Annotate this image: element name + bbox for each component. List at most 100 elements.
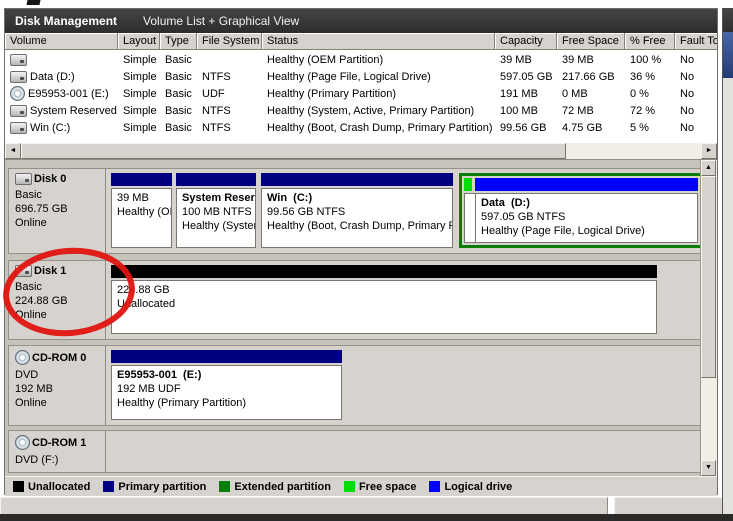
legend-swatch-primary <box>103 481 115 492</box>
cell-capacity: 99.56 GB <box>500 121 547 134</box>
disk-type: Basic <box>15 281 42 293</box>
column-header-capacity[interactable]: Capacity <box>495 33 557 50</box>
drive-volume-icon <box>10 53 27 66</box>
drive-volume-icon <box>10 104 27 117</box>
partition-system-reserved[interactable]: System Reserved 100 MB NTFS Healthy (Sys… <box>176 173 256 248</box>
pane-header: Disk Management Volume List + Graphical … <box>5 9 717 33</box>
drive-volume-icon <box>10 121 27 134</box>
disk-status: Online <box>15 217 47 229</box>
legend-extended-partition: Extended partition <box>219 481 331 493</box>
volume-row-data-d[interactable]: Data (D:) Simple Basic NTFS Healthy (Pag… <box>5 67 717 84</box>
column-header-layout[interactable]: Layout <box>118 33 160 50</box>
cdrom-icon <box>15 435 30 450</box>
column-header-pct-free[interactable]: % Free <box>625 33 675 50</box>
column-header-type[interactable]: Type <box>160 33 197 50</box>
cell-capacity: 597.05 GB <box>500 70 553 83</box>
scroll-right-icon[interactable]: ► <box>701 143 717 159</box>
cell-file-system: NTFS <box>202 104 231 117</box>
primary-partition-strip <box>176 173 256 186</box>
free-space-strip <box>464 178 472 191</box>
volume-row-system-reserved[interactable]: System Reserved Simple Basic NTFS Health… <box>5 101 717 118</box>
disk-name: Disk 0 <box>34 173 67 185</box>
column-header-file-system[interactable]: File System <box>197 33 262 50</box>
volume-row-e95953[interactable]: E95953-001 (E:) Simple Basic UDF Healthy… <box>5 84 717 101</box>
cell-layout: Simple <box>123 87 157 100</box>
disk-info-disk0[interactable]: Disk 0 Basic 696.75 GB Online <box>9 169 106 253</box>
logical-drive-strip <box>475 178 698 191</box>
disk-info-cdrom1[interactable]: CD-ROM 1 DVD (F:) <box>9 431 106 472</box>
cell-type: Basic <box>165 104 192 117</box>
disk-status: Online <box>15 397 47 409</box>
cell-pct-free: 36 % <box>630 70 656 83</box>
cell-capacity: 191 MB <box>500 87 538 100</box>
disk-info-cdrom0[interactable]: CD-ROM 0 DVD 192 MB Online <box>9 346 106 425</box>
cell-free-space: 217.66 GB <box>562 70 615 83</box>
table-horizontal-scrollbar[interactable]: ◄ ► <box>5 143 717 159</box>
table-header-row: Volume Layout Type File System Status Ca… <box>5 33 717 50</box>
volume-name: System Reserved <box>30 104 117 117</box>
cell-fault-tolerance: No <box>680 53 695 66</box>
volume-name: Win (C:) <box>30 121 71 134</box>
partition-status: Healthy (System, Active, Primary Partiti… <box>182 220 255 232</box>
graphical-view: Disk 0 Basic 696.75 GB Online 39 MB Heal… <box>5 160 717 476</box>
cell-fault-tolerance: No <box>680 87 695 100</box>
graph-vertical-scrollbar[interactable]: ▲ ▼ <box>700 160 717 476</box>
adjacent-pane-blue-section <box>723 32 733 78</box>
primary-partition-strip <box>261 173 453 186</box>
cell-capacity: 100 MB <box>500 104 538 117</box>
cell-layout: Simple <box>123 121 157 134</box>
cdrom0-partitions: E95953-001 (E:) 192 MB UDF Healthy (Prim… <box>106 346 703 425</box>
cell-fault-tolerance: No <box>680 70 695 83</box>
cell-status: Healthy (Primary Partition) <box>267 87 396 100</box>
partition-data-d[interactable]: Data (D:) 597.05 GB NTFS Healthy (Page F… <box>475 178 698 243</box>
cell-pct-free: 0 % <box>630 87 649 100</box>
cell-free-space: 72 MB <box>562 104 594 117</box>
column-header-fault-tolerance[interactable]: Fault Tolerance <box>675 33 717 50</box>
cell-layout: Simple <box>123 104 157 117</box>
disk-status: Online <box>15 309 47 321</box>
disk-size: 224.88 GB <box>15 295 68 307</box>
scroll-up-icon[interactable]: ▲ <box>701 160 716 176</box>
column-header-volume[interactable]: Volume <box>5 33 118 50</box>
horizontal-scroll-thumb[interactable] <box>21 143 566 159</box>
volume-name: E95953-001 (E:) <box>28 87 109 100</box>
partition-status: Unallocated <box>117 298 176 310</box>
volume-row-win-c[interactable]: Win (C:) Simple Basic NTFS Healthy (Boot… <box>5 118 717 135</box>
column-header-free-space[interactable]: Free Space <box>557 33 625 50</box>
disk-info-disk1[interactable]: Disk 1 Basic 224.88 GB Online <box>9 261 106 339</box>
column-header-status[interactable]: Status <box>262 33 495 50</box>
unallocated-strip <box>111 265 657 278</box>
free-space-region[interactable] <box>464 178 476 243</box>
cell-type: Basic <box>165 87 192 100</box>
cell-capacity: 39 MB <box>500 53 532 66</box>
legend-label: Unallocated <box>28 480 91 493</box>
pane-title: Disk Management <box>15 14 118 28</box>
disk-type: DVD (F:) <box>15 454 59 466</box>
cell-layout: Simple <box>123 70 157 83</box>
volume-list-table: Volume Layout Type File System Status Ca… <box>5 33 717 160</box>
optical-disc-icon <box>10 86 25 101</box>
cell-free-space: 4.75 GB <box>562 121 603 134</box>
disk-row-cdrom1: CD-ROM 1 DVD (F:) <box>8 430 704 473</box>
vertical-scroll-thumb[interactable] <box>701 176 716 378</box>
disk0-partitions: 39 MB Healthy (OEM Partition) System Res… <box>106 169 703 253</box>
partition-size: 192 MB UDF <box>117 383 181 395</box>
scroll-left-icon[interactable]: ◄ <box>5 143 21 159</box>
partition-e95953[interactable]: E95953-001 (E:) 192 MB UDF Healthy (Prim… <box>111 350 342 420</box>
volume-row-oem[interactable]: Simple Basic Healthy (OEM Partition) 39 … <box>5 50 717 67</box>
legend-swatch-logical <box>429 481 441 492</box>
cell-fault-tolerance: No <box>680 104 695 117</box>
legend-unallocated: Unallocated <box>13 481 90 493</box>
partition-status: Healthy (OEM Partition) <box>117 206 171 218</box>
cell-free-space: 0 MB <box>562 87 588 100</box>
legend-label: Free space <box>358 480 417 493</box>
cell-file-system <box>197 50 262 67</box>
scroll-down-icon[interactable]: ▼ <box>701 460 716 476</box>
disk-type: DVD <box>15 369 39 381</box>
legend-label: Extended partition <box>234 480 331 493</box>
bottom-window-edge <box>0 514 733 521</box>
unallocated-region[interactable]: 224.88 GB Unallocated <box>111 265 657 334</box>
partition-win-c[interactable]: Win (C:) 99.56 GB NTFS Healthy (Boot, Cr… <box>261 173 453 248</box>
partition-oem[interactable]: 39 MB Healthy (OEM Partition) <box>111 173 172 248</box>
adjacent-pane-header <box>723 8 733 32</box>
